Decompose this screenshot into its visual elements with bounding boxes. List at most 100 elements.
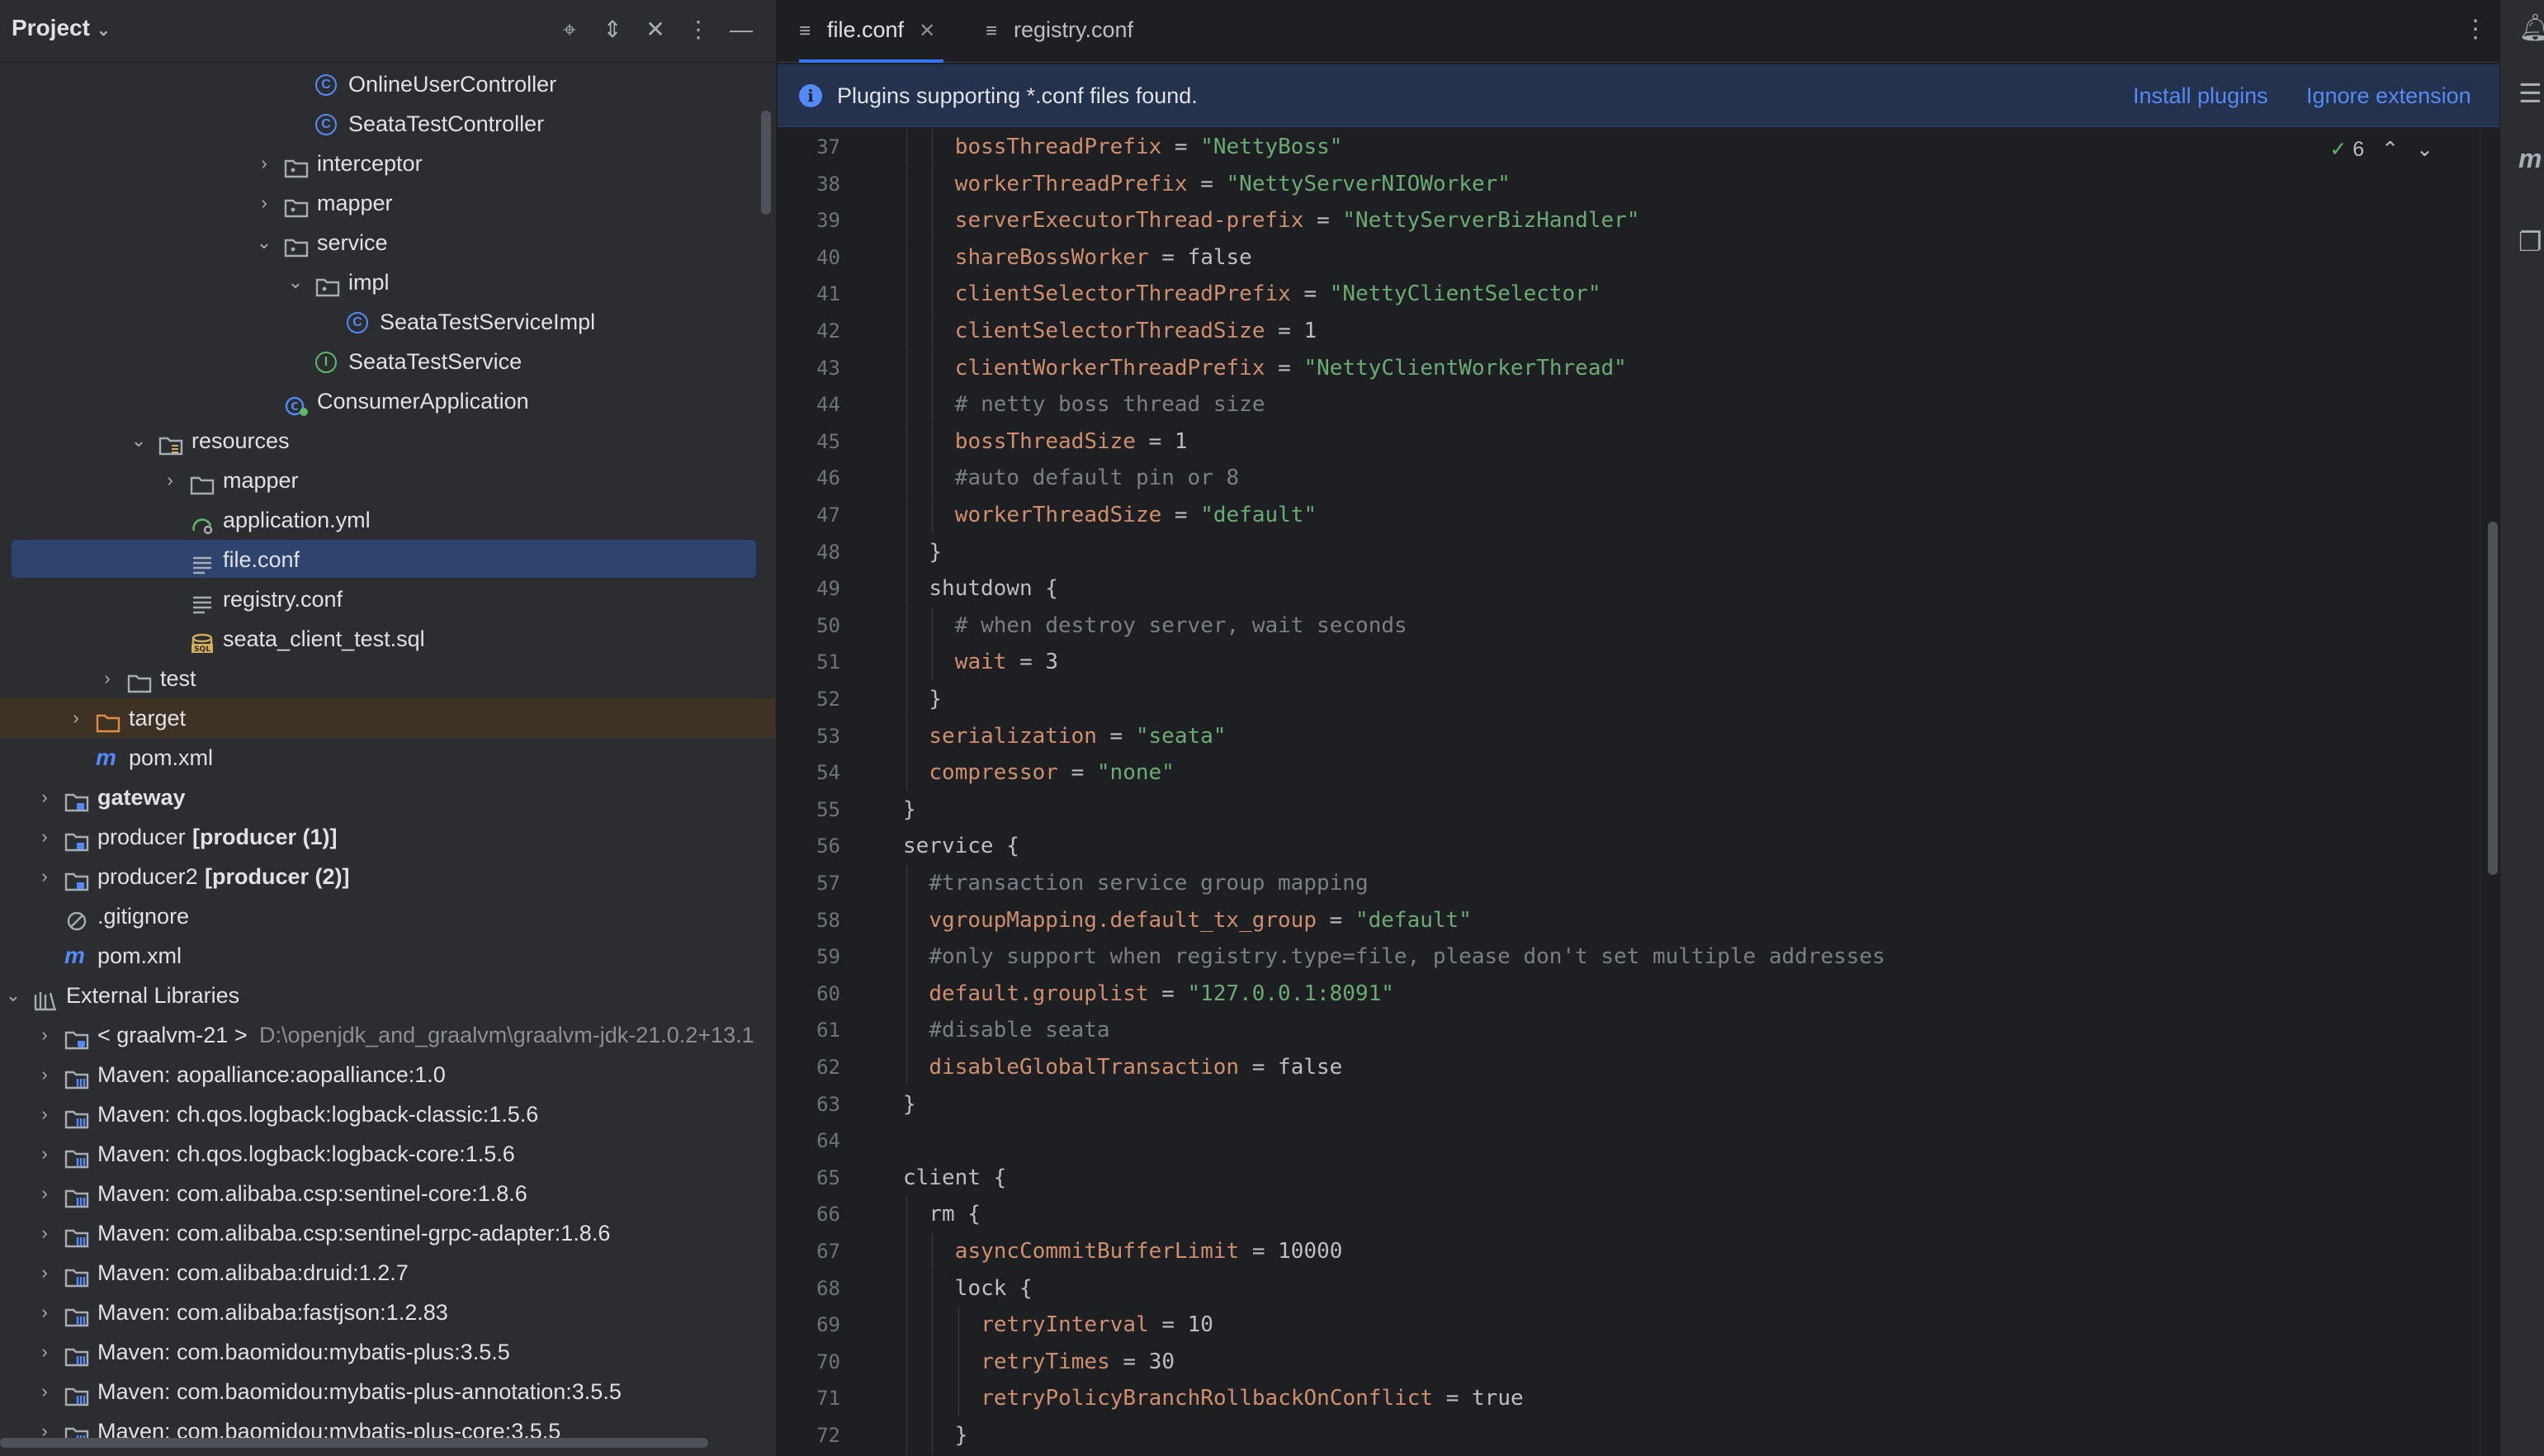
- line-number: 43: [816, 357, 840, 380]
- options-menu-icon[interactable]: ⋮: [682, 13, 715, 46]
- tab-registry-conf[interactable]: ≡ registry.conf: [986, 0, 1133, 63]
- tab-actions-icon[interactable]: ⋮: [2463, 15, 2488, 44]
- library-icon: [64, 1340, 89, 1367]
- chevron-right-icon[interactable]: ›: [35, 857, 54, 896]
- chevron-right-icon[interactable]: ›: [35, 1372, 54, 1411]
- code-text: workerThreadSize = "default": [955, 497, 1317, 533]
- chevron-up-icon[interactable]: ⌃: [2381, 138, 2399, 161]
- tree-item[interactable]: › Maven: aopalliance:aopalliance:1.0: [0, 1055, 776, 1094]
- maven-tool-icon[interactable]: m: [2518, 144, 2542, 174]
- chevron-down-icon[interactable]: ⌄: [254, 223, 274, 262]
- hide-panel-icon[interactable]: —: [725, 13, 758, 46]
- chevron-right-icon[interactable]: ›: [35, 1094, 54, 1134]
- tree-item[interactable]: › Maven: com.alibaba.csp:sentinel-grpc-ad…: [0, 1213, 776, 1253]
- chevron-down-icon[interactable]: ⌄: [129, 421, 149, 461]
- install-plugins-link[interactable]: Install plugins: [2133, 64, 2268, 127]
- tree-item[interactable]: ⌄ resources: [0, 421, 776, 461]
- code-text: #disable seata: [929, 1012, 1109, 1048]
- chevron-right-icon[interactable]: ›: [35, 778, 54, 817]
- chevron-right-icon[interactable]: ›: [35, 1253, 54, 1293]
- tree-item[interactable]: I SeataTestService: [0, 342, 776, 381]
- tree-item[interactable]: SQL seata_client_test.sql: [0, 619, 776, 659]
- tree-item[interactable]: C ConsumerApplication: [0, 381, 776, 421]
- chevron-right-icon[interactable]: ›: [254, 183, 274, 223]
- tab-file-conf[interactable]: ≡ file.conf ✕: [799, 0, 944, 63]
- tree-item[interactable]: › test: [0, 659, 776, 698]
- indent-guide: [906, 386, 907, 423]
- folder-icon: [127, 667, 152, 693]
- code-line: 49 shutdown {: [778, 570, 2499, 607]
- code-key: disableGlobalTransaction: [929, 1055, 1240, 1080]
- tree-item[interactable]: m pom.xml: [0, 738, 776, 778]
- chevron-right-icon[interactable]: ›: [97, 659, 117, 698]
- indent-guide: [906, 1233, 907, 1269]
- tree-item-label: resources: [192, 428, 290, 453]
- code-token: }: [929, 540, 943, 565]
- tree-item[interactable]: C SeataTestServiceImpl: [0, 302, 776, 342]
- tree-item-label: Maven: ch.qos.logback:logback-core:1.5.6: [97, 1142, 515, 1166]
- project-horizontal-scrollbar[interactable]: [0, 1438, 708, 1448]
- chevron-down-icon[interactable]: ⌄: [3, 976, 23, 1015]
- tree-item[interactable]: › Maven: com.baomidou:mybatis-plus-annota…: [0, 1372, 776, 1411]
- editor-vertical-scrollbar[interactable]: [2488, 522, 2498, 875]
- code-text: clientSelectorThreadPrefix = "NettyClien…: [955, 276, 1601, 312]
- tree-item[interactable]: › producer [producer (1)]: [0, 817, 776, 857]
- tree-item[interactable]: application.yml: [0, 500, 776, 540]
- close-icon[interactable]: ✕: [919, 20, 935, 42]
- code-token: = false: [1148, 245, 1252, 270]
- chevron-right-icon[interactable]: ›: [35, 1332, 54, 1372]
- inspection-widget[interactable]: ✓ 6 ⌃ ⌄: [2329, 137, 2433, 162]
- code-string: "127.0.0.1:8091": [1187, 981, 1394, 1006]
- code-editor[interactable]: 37 bossThreadPrefix = "NettyBoss" 38 worker…: [778, 127, 2499, 1456]
- chevron-right-icon[interactable]: ›: [35, 1055, 54, 1094]
- tree-item[interactable]: › Maven: com.alibaba.csp:sentinel-core:1.…: [0, 1174, 776, 1213]
- expand-all-icon[interactable]: ⇕: [596, 13, 629, 46]
- tree-item[interactable]: m pom.xml: [0, 936, 776, 976]
- code-line: 61 #disable seata: [778, 1012, 2499, 1048]
- chevron-right-icon[interactable]: ›: [160, 461, 180, 500]
- line-number: 61: [816, 1019, 840, 1042]
- chevron-right-icon[interactable]: ›: [35, 1293, 54, 1332]
- tree-item[interactable]: › Maven: com.alibaba:fastjson:1.2.83: [0, 1293, 776, 1332]
- chevron-right-icon[interactable]: ›: [66, 698, 86, 738]
- chevron-down-icon[interactable]: ⌄: [2416, 138, 2433, 161]
- project-view-selector[interactable]: Project ⌄: [12, 15, 111, 41]
- tree-item[interactable]: › Maven: ch.qos.logback:logback-classic:1…: [0, 1094, 776, 1134]
- ignore-extension-link[interactable]: Ignore extension: [2306, 64, 2471, 127]
- tree-item[interactable]: ⌄ impl: [0, 262, 776, 302]
- indent-guide: [906, 1417, 907, 1454]
- chevron-right-icon[interactable]: ›: [35, 1174, 54, 1213]
- tree-item[interactable]: › target: [0, 698, 776, 738]
- tree-item[interactable]: ⌄ External Libraries: [0, 976, 776, 1015]
- tree-item[interactable]: ⌄ service: [0, 223, 776, 262]
- tree-item-label: Maven: com.alibaba.csp:sentinel-grpc-ada…: [97, 1221, 611, 1246]
- collapse-all-icon[interactable]: ✕: [639, 13, 672, 46]
- tree-item[interactable]: › Maven: ch.qos.logback:logback-core:1.5.…: [0, 1134, 776, 1174]
- chevron-right-icon[interactable]: ›: [35, 1134, 54, 1174]
- tree-item[interactable]: › Maven: com.alibaba:druid:1.2.7: [0, 1253, 776, 1293]
- tree-item[interactable]: registry.conf: [0, 579, 776, 619]
- project-vertical-scrollbar[interactable]: [761, 111, 771, 215]
- tree-item[interactable]: .gitignore: [0, 896, 776, 936]
- tree-item[interactable]: › interceptor: [0, 144, 776, 183]
- chevron-right-icon[interactable]: ›: [254, 144, 274, 183]
- line-number: 39: [816, 209, 840, 232]
- tree-item[interactable]: › gateway: [0, 778, 776, 817]
- locate-icon[interactable]: ⌖: [553, 13, 586, 46]
- chevron-right-icon[interactable]: ›: [35, 817, 54, 857]
- tree-item[interactable]: › Maven: com.baomidou:mybatis-plus:3.5.5: [0, 1332, 776, 1372]
- tree-item[interactable]: › mapper: [0, 183, 776, 223]
- tree-item[interactable]: › mapper: [0, 461, 776, 500]
- chevron-right-icon[interactable]: ›: [35, 1213, 54, 1253]
- tree-item[interactable]: C SeataTestController: [0, 104, 776, 144]
- database-icon[interactable]: ☰: [2518, 78, 2542, 109]
- tree-item[interactable]: › producer2 [producer (2)]: [0, 857, 776, 896]
- tree-item[interactable]: file.conf: [0, 540, 776, 579]
- notifications-icon[interactable]: 🔔︎: [2518, 12, 2544, 43]
- ai-assistant-icon[interactable]: ❐: [2518, 226, 2542, 258]
- chevron-right-icon[interactable]: ›: [35, 1015, 54, 1055]
- tree-item[interactable]: C OnlineUserController: [0, 64, 776, 104]
- tree-item[interactable]: › < graalvm-21 > D:\openjdk_and_graalvm\gr…: [0, 1015, 776, 1055]
- indent-guide: [906, 718, 907, 754]
- chevron-down-icon[interactable]: ⌄: [286, 262, 305, 302]
